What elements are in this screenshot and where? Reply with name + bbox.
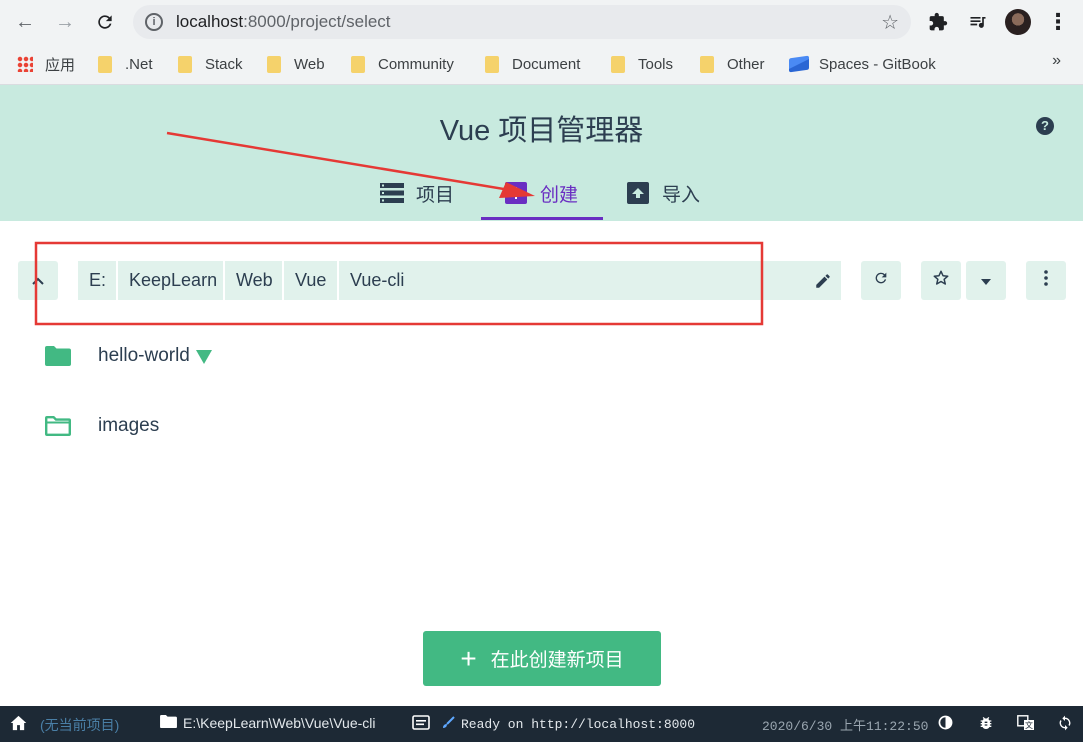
translate-icon[interactable]: 文: [1017, 715, 1035, 731]
folder-name: hello-world: [98, 345, 190, 366]
tab-projects[interactable]: 项目: [380, 167, 454, 219]
home-icon[interactable]: [10, 715, 27, 731]
folder-icon: [351, 55, 365, 73]
bookmark-gitbook[interactable]: Spaces - GitBook: [789, 53, 936, 75]
apps-grid-icon: [17, 56, 33, 72]
browser-toolbar: ← → i localhost:8000/project/select ☆ ⋮: [0, 0, 1083, 44]
folder-outline-icon: [45, 416, 71, 436]
dark-mode-icon[interactable]: [938, 715, 953, 730]
bookmark-dotnet[interactable]: .Net: [98, 53, 153, 75]
browser-chrome: ← → i localhost:8000/project/select ☆ ⋮ …: [0, 0, 1083, 85]
tab-label: 创建: [540, 184, 579, 206]
folder-icon: [160, 715, 177, 731]
folder-icon: [485, 55, 499, 73]
folder-icon: [98, 55, 112, 73]
tab-import[interactable]: 导入: [626, 167, 700, 219]
gitbook-icon: [789, 55, 809, 73]
extensions-icon[interactable]: [925, 9, 951, 35]
favorites-dropdown-button[interactable]: [966, 261, 1006, 300]
app-header: Vue 项目管理器 ? 项目 创建 导入: [0, 85, 1083, 221]
breadcrumb-item[interactable]: KeepLearn: [118, 261, 223, 300]
console-icon: [412, 715, 430, 733]
refresh-button[interactable]: [861, 261, 901, 300]
more-bookmarks-icon[interactable]: »: [1052, 52, 1061, 70]
parent-folder-button[interactable]: [18, 261, 58, 300]
star-outline-icon: [932, 269, 950, 292]
folder-icon: [178, 55, 192, 73]
refresh-icon[interactable]: [1057, 715, 1073, 731]
forward-icon[interactable]: →: [50, 7, 80, 37]
bookmark-stack[interactable]: Stack: [178, 53, 243, 75]
media-queue-icon[interactable]: [965, 9, 991, 35]
bookmark-tools[interactable]: Tools: [611, 53, 673, 75]
log-status[interactable]: Ready on http://localhost:8000: [412, 715, 695, 733]
edit-path-icon[interactable]: [805, 261, 841, 300]
plus-icon: +: [460, 642, 477, 674]
status-datetime: 2020/6/30 上午11:22:50: [762, 719, 929, 734]
cwd-status[interactable]: E:\KeepLearn\Web\Vue\Vue-cli: [160, 715, 376, 731]
breadcrumb-item[interactable]: Web: [225, 261, 282, 300]
cwd-path: E:\KeepLearn\Web\Vue\Vue-cli: [183, 715, 376, 731]
browser-menu-icon[interactable]: ⋮: [1045, 9, 1071, 35]
folder-row[interactable]: images: [0, 401, 1083, 451]
chevron-up-icon: [32, 272, 44, 290]
unarchive-icon: [626, 182, 650, 204]
more-vert-icon: [1044, 270, 1048, 291]
breadcrumb-item[interactable]: Vue: [284, 261, 337, 300]
brush-icon: [442, 716, 455, 732]
profile-avatar[interactable]: [1005, 9, 1031, 35]
site-info-icon[interactable]: i: [145, 13, 163, 31]
create-button-label: 在此创建新项目: [490, 650, 624, 671]
bug-report-icon[interactable]: [978, 715, 994, 731]
folder-icon: [700, 55, 714, 73]
svg-text:文: 文: [1025, 720, 1033, 730]
tab-label: 导入: [662, 184, 701, 206]
tab-label: 项目: [416, 184, 455, 206]
bookmark-apps[interactable]: 应用: [17, 53, 75, 75]
bookmarks-bar: 应用 .Net Stack Web Community Document Too…: [0, 44, 1083, 84]
folder-icon: [267, 55, 281, 73]
help-icon[interactable]: ?: [1036, 117, 1054, 135]
tab-create[interactable]: 创建: [504, 167, 578, 219]
bookmark-community[interactable]: Community: [351, 53, 454, 75]
refresh-icon: [873, 270, 889, 291]
url-text[interactable]: localhost:8000/project/select: [176, 12, 391, 32]
folder-name: images: [98, 415, 160, 436]
breadcrumb-item[interactable]: Vue-cli: [339, 261, 841, 300]
favorite-button[interactable]: [921, 261, 961, 300]
address-bar[interactable]: i localhost:8000/project/select ☆: [133, 5, 911, 39]
vue-logo-icon: [195, 350, 212, 364]
folder-row[interactable]: hello-world: [0, 331, 1083, 381]
more-options-button[interactable]: [1026, 261, 1066, 300]
active-tab-indicator: [481, 217, 603, 220]
bookmark-web[interactable]: Web: [267, 53, 325, 75]
bookmark-other[interactable]: Other: [700, 53, 765, 75]
folder-filled-icon: [45, 346, 71, 366]
current-project-status[interactable]: (无当前项目): [40, 715, 119, 735]
breadcrumb-item[interactable]: E:: [78, 261, 116, 300]
folder-icon: [611, 55, 625, 73]
create-project-here-button[interactable]: + 在此创建新项目: [423, 631, 661, 686]
reload-icon[interactable]: [90, 7, 120, 37]
back-icon[interactable]: ←: [10, 7, 40, 37]
bookmark-document[interactable]: Document: [485, 53, 580, 75]
status-bar: (无当前项目) E:\KeepLearn\Web\Vue\Vue-cli Rea…: [0, 706, 1083, 742]
list-icon: [380, 182, 404, 204]
bookmark-star-icon[interactable]: ☆: [881, 10, 899, 35]
last-log-message: Ready on http://localhost:8000: [461, 716, 696, 732]
page-title: Vue 项目管理器: [439, 115, 644, 147]
add-box-icon: [504, 182, 528, 204]
caret-down-icon: [981, 272, 991, 290]
